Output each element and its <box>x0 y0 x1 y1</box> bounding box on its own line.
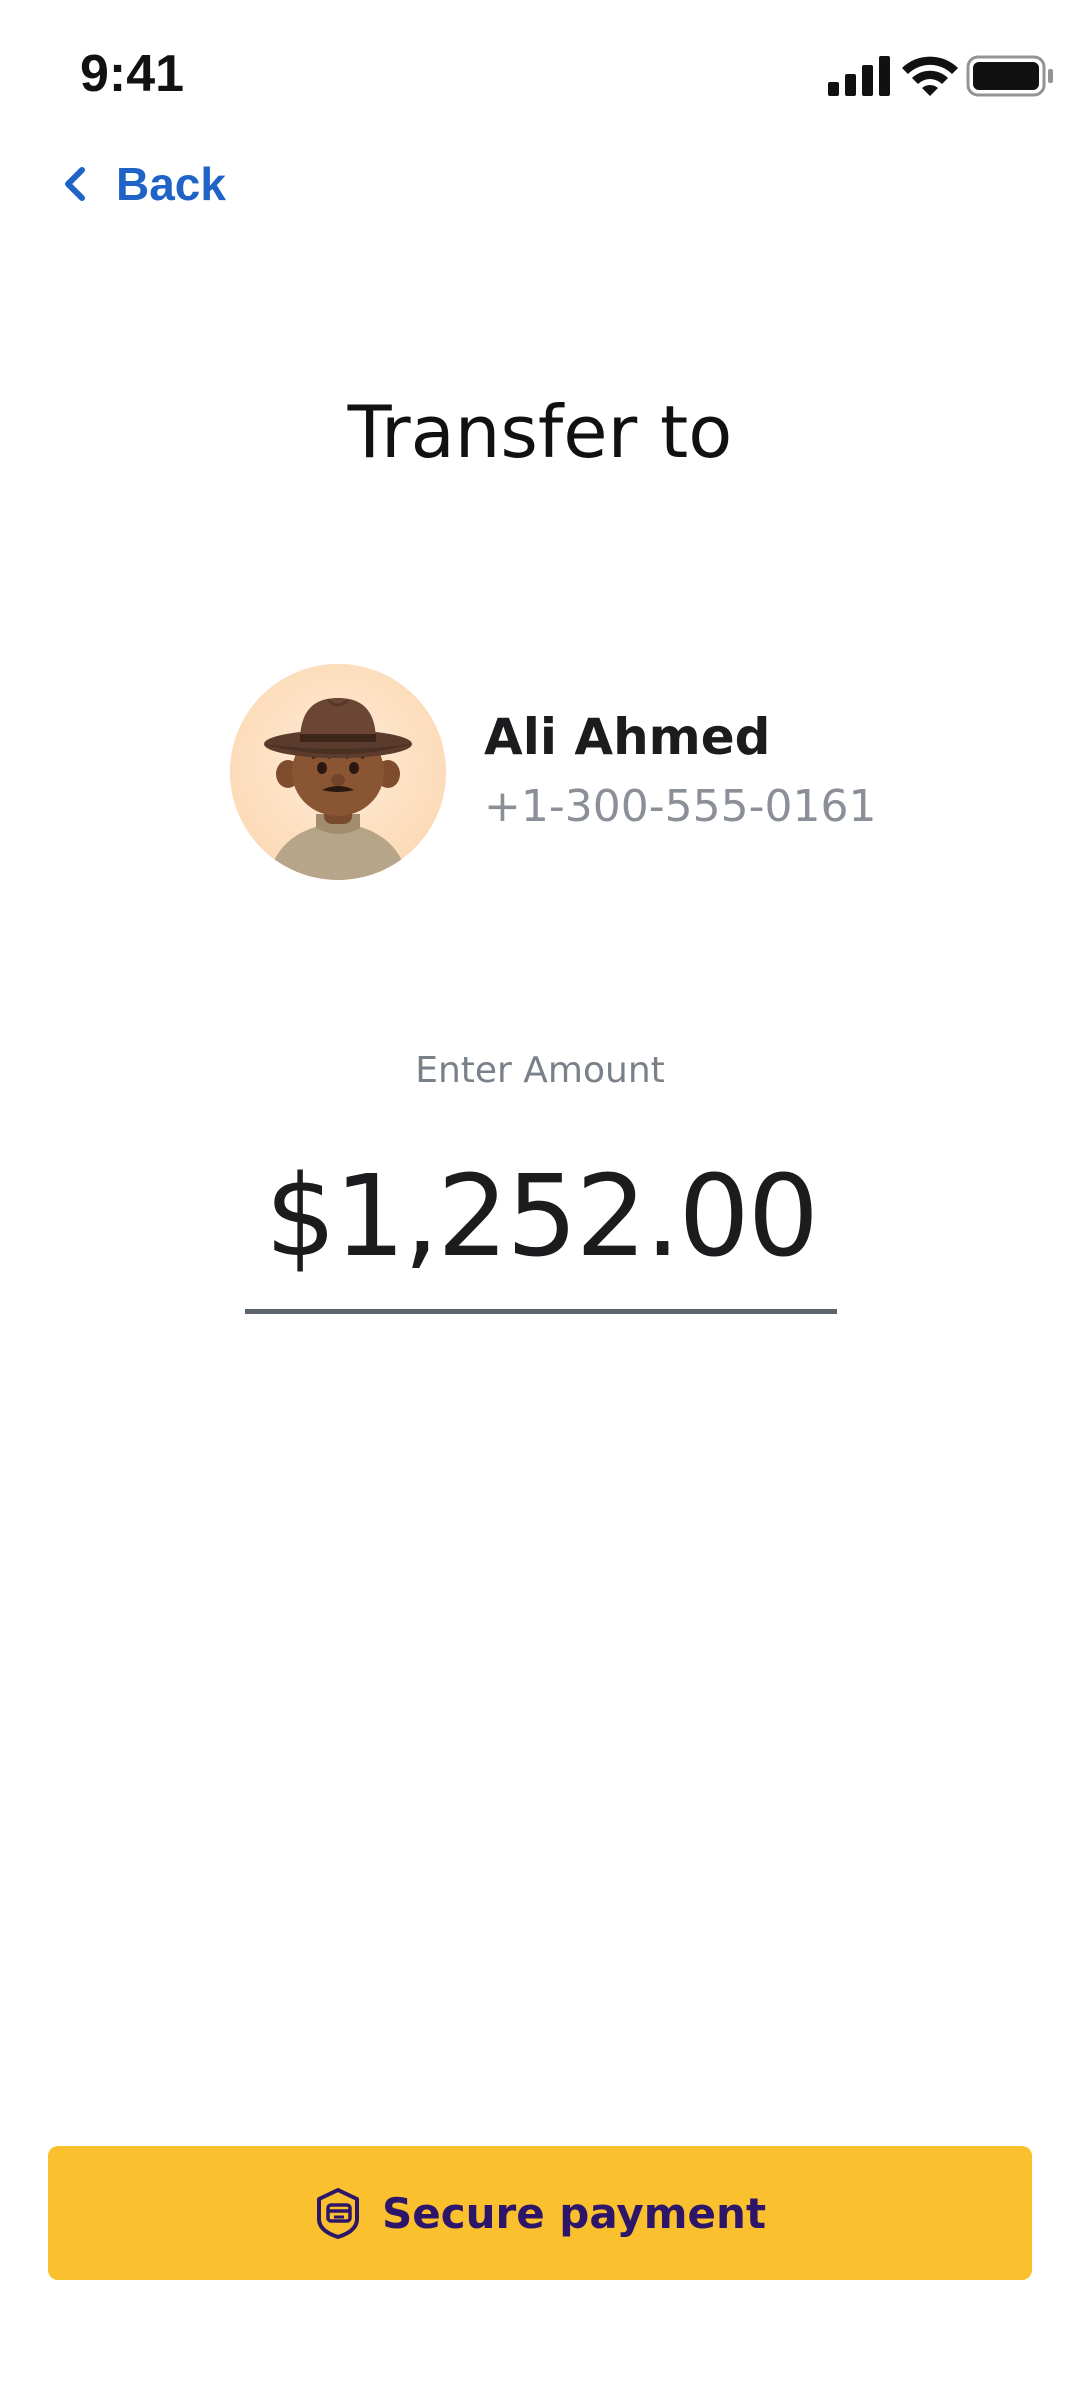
recipient-card: Ali Ahmed +1-300-555-0161 <box>230 664 876 880</box>
amount-label: Enter Amount <box>415 1050 665 1091</box>
amount-input[interactable]: $1,252.00 <box>245 1124 837 1314</box>
back-label: Back <box>116 158 226 210</box>
cellular-signal-icon <box>828 56 890 96</box>
page-title: Transfer to <box>347 390 733 474</box>
recipient-info: Ali Ahmed +1-300-555-0161 <box>484 705 876 839</box>
user-avatar-cowboy-hat <box>230 664 446 880</box>
secure-payment-label: Secure payment <box>381 2188 767 2238</box>
status-bar: 9:41 <box>0 0 1080 150</box>
secure-payment-button[interactable]: Secure payment <box>48 2146 1032 2280</box>
recipient-phone: +1-300-555-0161 <box>484 781 877 832</box>
status-icons <box>828 54 1058 98</box>
chevron-left-icon <box>65 167 85 201</box>
back-button[interactable]: Back <box>60 152 226 216</box>
avatar <box>230 664 446 880</box>
shield-card-icon <box>316 2188 359 2239</box>
wifi-icon <box>902 56 958 96</box>
amount-value: $1,252.00 <box>264 1151 819 1282</box>
battery-icon <box>966 55 1053 97</box>
status-time: 9:41 <box>80 45 185 103</box>
recipient-name: Ali Ahmed <box>484 708 771 766</box>
